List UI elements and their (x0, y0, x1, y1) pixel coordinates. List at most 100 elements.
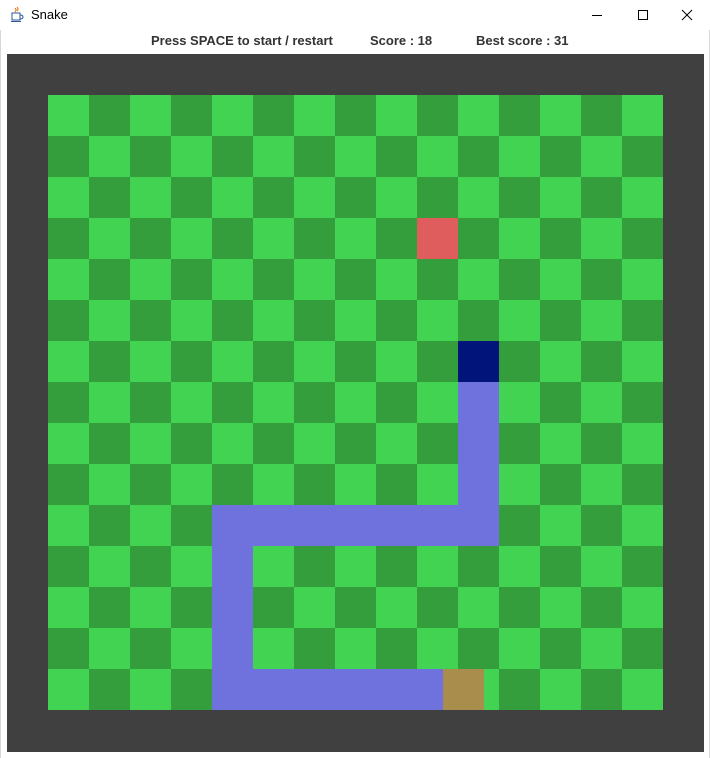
board-tile-dark (499, 423, 540, 464)
snake-body-segment (335, 505, 376, 546)
board-tile-dark (48, 136, 89, 177)
board-tile-dark (171, 669, 212, 710)
board-tile-dark (171, 341, 212, 382)
board-tile-dark (417, 177, 458, 218)
board-tile-light (499, 218, 540, 259)
board-tile-light (458, 259, 499, 300)
board-tile-light (130, 669, 171, 710)
board-tile-light (581, 464, 622, 505)
board-tile-dark (89, 505, 130, 546)
snake-tail-marker (443, 669, 484, 710)
board-tile-light (417, 382, 458, 423)
board-tile-light (171, 218, 212, 259)
board-tile-dark (417, 259, 458, 300)
close-icon (681, 9, 693, 21)
board-tile-dark (581, 341, 622, 382)
board-tile-light (622, 669, 663, 710)
board-tile-dark (581, 669, 622, 710)
board-tile-dark (171, 505, 212, 546)
board-tile-dark (540, 628, 581, 669)
board-tile-dark (48, 218, 89, 259)
board-tile-light (212, 423, 253, 464)
board-tile-light (89, 382, 130, 423)
snake-body-segment (458, 423, 499, 464)
board-tile-light (171, 464, 212, 505)
snake-head (458, 341, 499, 382)
board-tile-light (581, 300, 622, 341)
board-tile-light (48, 423, 89, 464)
snake-body-segment (212, 628, 253, 669)
board-tile-dark (89, 341, 130, 382)
snake-body-segment (294, 505, 335, 546)
minimize-button[interactable] (574, 0, 620, 30)
board-tile-light (171, 300, 212, 341)
maximize-button[interactable] (620, 0, 666, 30)
board-tile-dark (130, 546, 171, 587)
board-tile-light (335, 546, 376, 587)
board-tile-dark (417, 95, 458, 136)
board-tile-dark (253, 259, 294, 300)
board-tile-dark (499, 95, 540, 136)
minimize-icon (592, 15, 602, 16)
board-tile-light (89, 300, 130, 341)
best-score-label: Best score : 31 (476, 33, 569, 48)
board-tile-light (622, 177, 663, 218)
board-tile-dark (376, 628, 417, 669)
board-tile-light (335, 464, 376, 505)
board-tile-light (130, 505, 171, 546)
close-button[interactable] (664, 0, 710, 30)
board-tile-light (253, 628, 294, 669)
board-tile-light (89, 136, 130, 177)
snake-body-segment (417, 505, 458, 546)
board-tile-dark (540, 546, 581, 587)
board-tile-dark (622, 136, 663, 177)
board-tile-light (540, 669, 581, 710)
board-tile-light (335, 628, 376, 669)
board-tile-light (89, 628, 130, 669)
board-tile-dark (48, 546, 89, 587)
snake-body-segment (458, 382, 499, 423)
board-tile-dark (89, 177, 130, 218)
board-tile-light (540, 95, 581, 136)
board-tile-light (540, 505, 581, 546)
board-tile-light (294, 259, 335, 300)
board-tile-light (417, 546, 458, 587)
board-tile-light (458, 177, 499, 218)
game-board[interactable] (48, 95, 663, 710)
snake-body-segment (294, 669, 335, 710)
board-tile-dark (499, 341, 540, 382)
board-tile-light (499, 464, 540, 505)
board-tile-light (540, 587, 581, 628)
board-tile-dark (540, 300, 581, 341)
board-tile-dark (376, 464, 417, 505)
board-tile-light (253, 136, 294, 177)
board-tile-dark (48, 300, 89, 341)
snake-body-segment (335, 669, 376, 710)
board-tile-dark (622, 628, 663, 669)
board-tile-light (89, 464, 130, 505)
board-tile-dark (376, 136, 417, 177)
board-tile-light (253, 382, 294, 423)
snake-body-segment (458, 505, 499, 546)
board-tile-dark (540, 382, 581, 423)
snake-body-segment (212, 546, 253, 587)
board-tile-light (376, 259, 417, 300)
board-tile-light (212, 177, 253, 218)
board-tile-light (376, 95, 417, 136)
board-tile-light (376, 423, 417, 464)
board-tile-light (540, 423, 581, 464)
board-tile-dark (581, 587, 622, 628)
board-tile-dark (499, 505, 540, 546)
board-tile-light (622, 423, 663, 464)
board-tile-light (48, 95, 89, 136)
board-tile-dark (581, 177, 622, 218)
board-tile-light (171, 546, 212, 587)
board-tile-dark (499, 587, 540, 628)
board-tile-dark (499, 177, 540, 218)
board-tile-light (622, 341, 663, 382)
board-tile-dark (540, 464, 581, 505)
window-border-left (0, 30, 1, 758)
board-tile-light (417, 300, 458, 341)
board-tile-dark (458, 300, 499, 341)
board-tile-light (622, 587, 663, 628)
